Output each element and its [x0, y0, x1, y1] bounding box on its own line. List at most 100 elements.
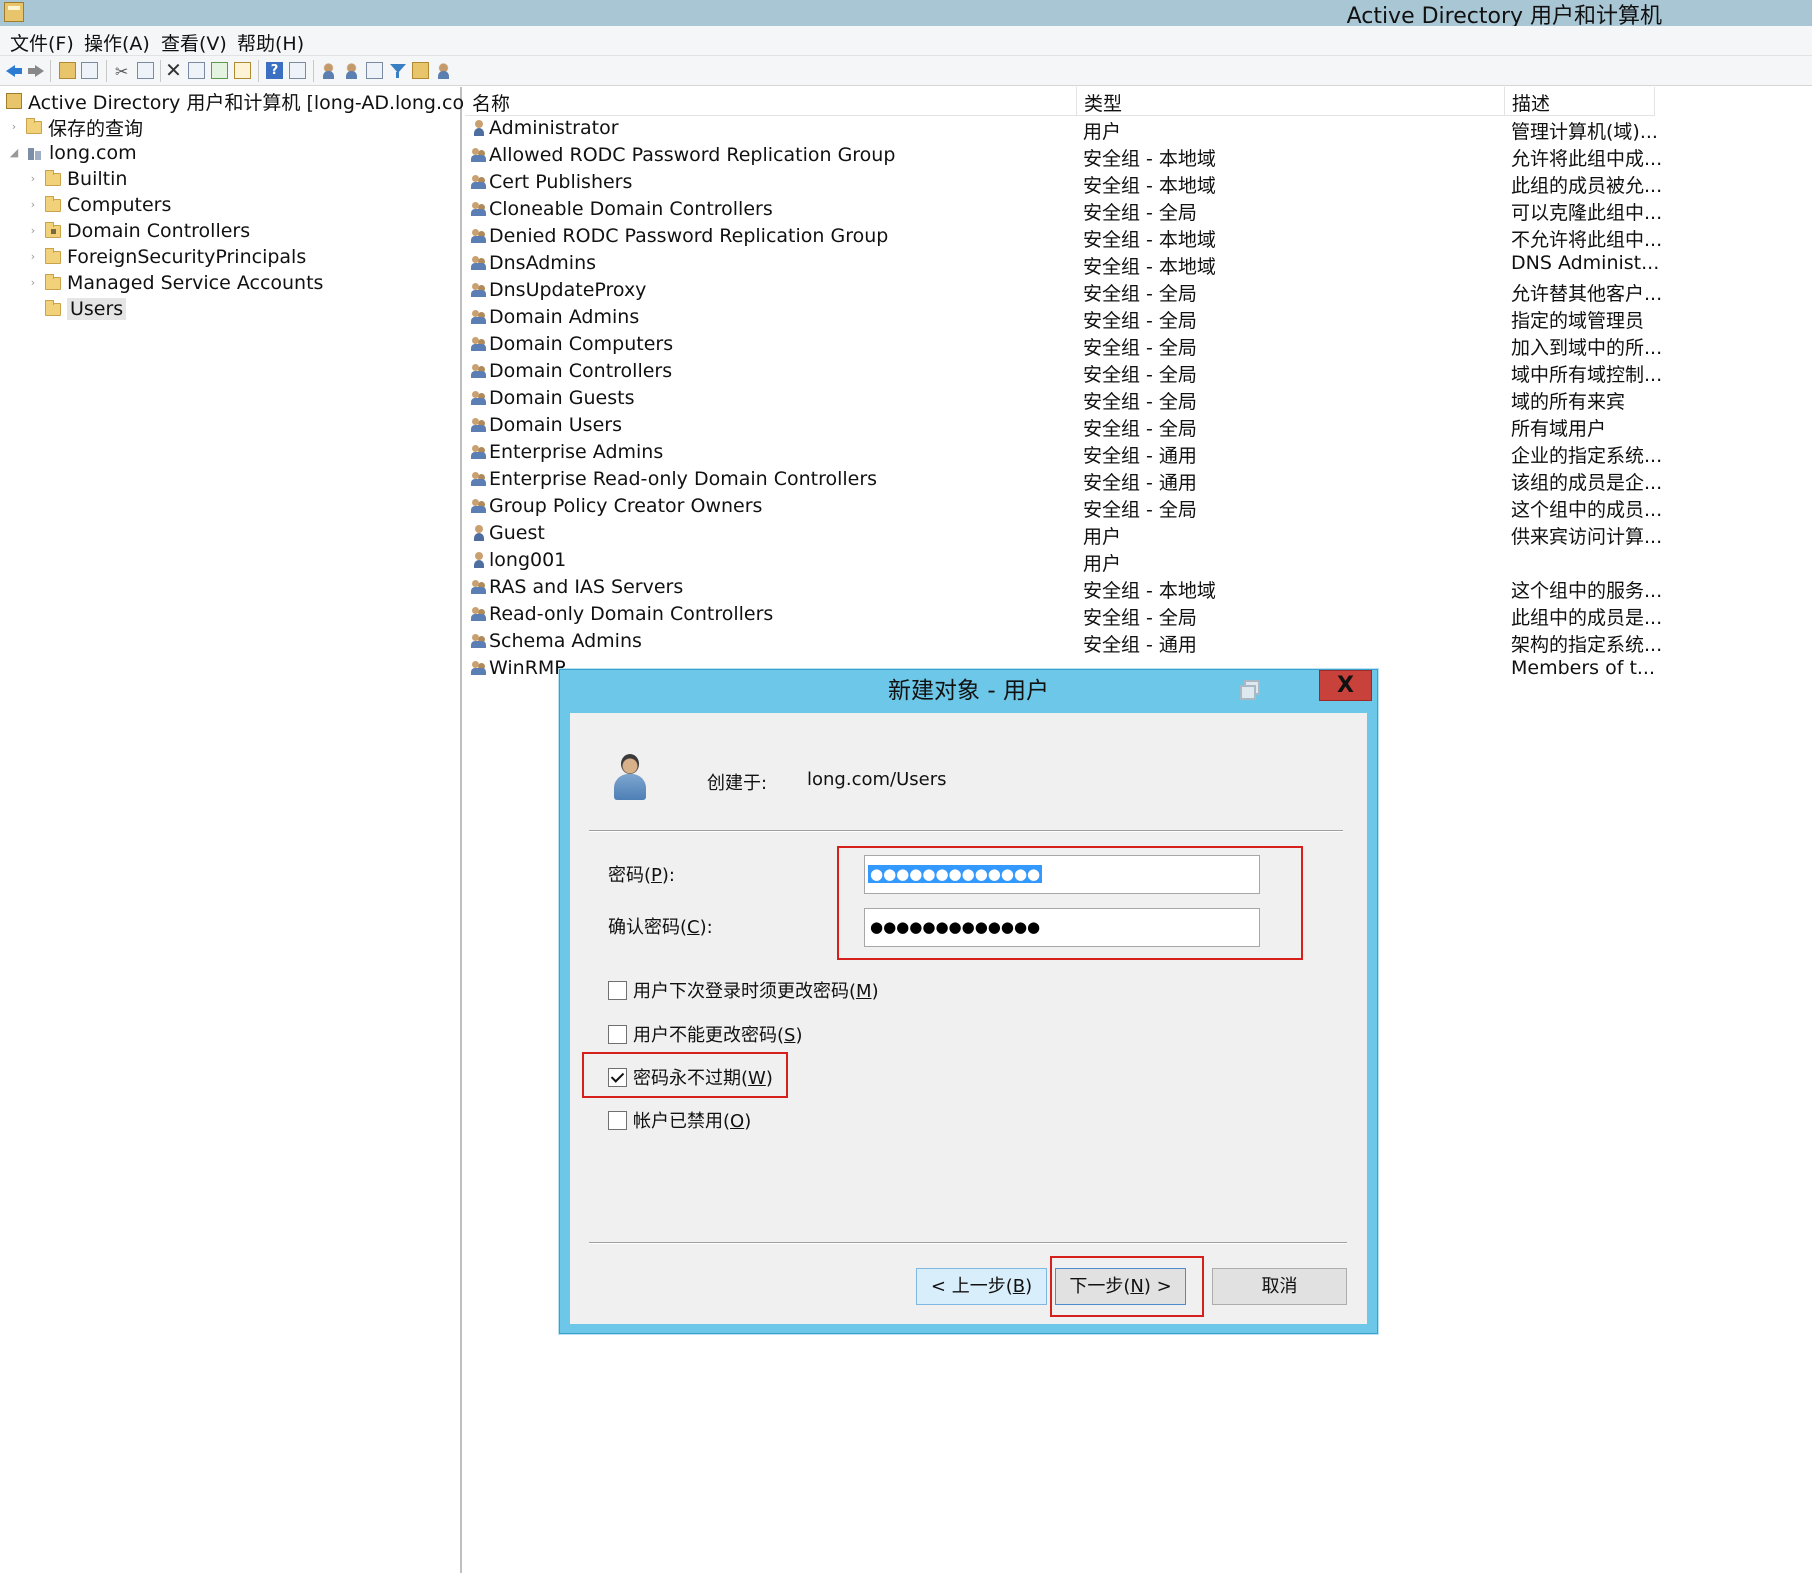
- never-expires-highlight-box: [582, 1052, 788, 1098]
- tree-item-users[interactable]: Users: [27, 296, 127, 322]
- tree-label: long.com: [49, 142, 137, 164]
- tree-saved-queries[interactable]: › 保存的查询: [8, 114, 143, 140]
- filter-icon[interactable]: [389, 62, 406, 79]
- created-in-value: long.com/Users: [807, 769, 947, 790]
- row-name-cell: long001: [471, 549, 1031, 571]
- row-name: Enterprise Read-only Domain Controllers: [489, 468, 878, 490]
- row-type: 安全组 - 全局: [1083, 391, 1197, 413]
- tree-domain[interactable]: ◢ long.com: [8, 140, 137, 166]
- find-icon[interactable]: [412, 62, 429, 79]
- tree-item-managed-service-accounts[interactable]: › Managed Service Accounts: [27, 270, 324, 296]
- row-description: 这个组中的成员...: [1511, 499, 1663, 521]
- restore-icon[interactable]: [1240, 680, 1260, 700]
- row-description: Members of t...: [1511, 657, 1656, 679]
- toolbar-separator: [313, 60, 314, 82]
- new-group-icon[interactable]: [343, 62, 360, 79]
- table-row[interactable]: Domain Computers 安全组 - 全局 加入到域中的所...: [465, 333, 1812, 360]
- column-header-name[interactable]: 名称: [465, 87, 1077, 116]
- created-in-label: 创建于:: [707, 773, 768, 794]
- console-icon[interactable]: [289, 62, 306, 79]
- tree-label: Managed Service Accounts: [67, 272, 324, 294]
- forward-arrow-icon[interactable]: [27, 62, 44, 79]
- group-icon: [471, 363, 487, 379]
- folder-icon: [26, 117, 42, 134]
- user-icon: [471, 525, 487, 541]
- show-tree-icon[interactable]: [81, 62, 98, 79]
- console-tree: Active Directory 用户和计算机 [long-AD.long.co…: [0, 87, 490, 1573]
- expand-chevron-icon[interactable]: ›: [27, 199, 39, 211]
- table-row[interactable]: DnsAdmins 安全组 - 本地域 DNS Administ...: [465, 252, 1812, 279]
- table-row[interactable]: Enterprise Admins 安全组 - 通用 企业的指定系统...: [465, 441, 1812, 468]
- table-row[interactable]: Schema Admins 安全组 - 通用 架构的指定系统...: [465, 630, 1812, 657]
- row-description: 所有域用户: [1511, 418, 1607, 440]
- table-row[interactable]: Group Policy Creator Owners 安全组 - 全局 这个组中的…: [465, 495, 1812, 522]
- delete-icon[interactable]: ✕: [165, 60, 182, 80]
- table-row[interactable]: Domain Guests 安全组 - 全局 域的所有来宾: [465, 387, 1812, 414]
- table-row[interactable]: Denied RODC Password Replication Group 安全…: [465, 225, 1812, 252]
- back-button[interactable]: < 上一步(B): [916, 1268, 1047, 1305]
- account-disabled-label: 帐户已禁用(O): [633, 1111, 752, 1132]
- table-row[interactable]: Domain Users 安全组 - 全局 所有域用户: [465, 414, 1812, 441]
- table-row[interactable]: DnsUpdateProxy 安全组 - 全局 允许替其他客户...: [465, 279, 1812, 306]
- properties-icon[interactable]: [188, 62, 205, 79]
- row-name-cell: Enterprise Admins: [471, 441, 1031, 463]
- group-icon: [471, 147, 487, 163]
- new-user-icon[interactable]: [320, 62, 337, 79]
- expand-chevron-icon[interactable]: ›: [27, 173, 39, 185]
- cut-icon[interactable]: ✂: [115, 62, 132, 81]
- tree-item-builtin[interactable]: › Builtin: [27, 166, 128, 192]
- collapse-chevron-icon[interactable]: ◢: [8, 147, 20, 159]
- table-row[interactable]: Administrator 用户 管理计算机(域)...: [465, 117, 1812, 144]
- row-type: 用户: [1083, 526, 1122, 548]
- row-type: 安全组 - 全局: [1083, 283, 1197, 305]
- cannot-change-password-checkbox[interactable]: [608, 1025, 627, 1044]
- row-name-cell: Enterprise Read-only Domain Controllers: [471, 468, 1031, 490]
- row-type: 安全组 - 全局: [1083, 310, 1197, 332]
- back-arrow-icon[interactable]: [6, 62, 23, 79]
- cancel-button[interactable]: 取消: [1212, 1268, 1347, 1305]
- new-ou-icon[interactable]: [366, 62, 383, 79]
- close-button[interactable]: X: [1319, 670, 1372, 701]
- account-disabled-checkbox[interactable]: [608, 1111, 627, 1130]
- menu-view[interactable]: 查看(V): [161, 29, 227, 56]
- user-icon: [471, 552, 487, 568]
- table-row[interactable]: Domain Controllers 安全组 - 全局 域中所有域控制...: [465, 360, 1812, 387]
- row-type: 安全组 - 本地域: [1083, 580, 1216, 602]
- row-description: 架构的指定系统...: [1511, 634, 1663, 656]
- refresh-icon[interactable]: [211, 62, 228, 79]
- table-row[interactable]: Cloneable Domain Controllers 安全组 - 全局 可以克隆…: [465, 198, 1812, 225]
- table-row[interactable]: Cert Publishers 安全组 - 本地域 此组的成员被允...: [465, 171, 1812, 198]
- tree-root[interactable]: Active Directory 用户和计算机 [long-AD.long.co…: [6, 88, 490, 114]
- row-name-cell: Domain Computers: [471, 333, 1031, 355]
- table-row[interactable]: Enterprise Read-only Domain Controllers 安…: [465, 468, 1812, 495]
- table-row[interactable]: Read-only Domain Controllers 安全组 - 全局 此组中的…: [465, 603, 1812, 630]
- table-row[interactable]: long001 用户: [465, 549, 1812, 576]
- up-folder-icon[interactable]: [59, 62, 76, 79]
- row-description: 这个组中的服务...: [1511, 580, 1663, 602]
- row-name: Enterprise Admins: [489, 441, 664, 463]
- table-row[interactable]: Allowed RODC Password Replication Group 安…: [465, 144, 1812, 171]
- menu-file[interactable]: 文件(F): [10, 29, 74, 56]
- copy-icon[interactable]: [137, 62, 154, 79]
- column-header-type[interactable]: 类型: [1077, 87, 1505, 116]
- expand-chevron-icon[interactable]: ›: [27, 277, 39, 289]
- must-change-password-checkbox[interactable]: [608, 981, 627, 1000]
- export-list-icon[interactable]: [234, 62, 251, 79]
- expand-chevron-icon[interactable]: ›: [27, 225, 39, 237]
- tree-item-foreign-security-principals[interactable]: › ForeignSecurityPrincipals: [27, 244, 306, 270]
- expand-chevron-icon[interactable]: ›: [27, 251, 39, 263]
- row-type: 安全组 - 通用: [1083, 634, 1197, 656]
- tree-item-domain-controllers[interactable]: › Domain Controllers: [27, 218, 250, 244]
- expand-chevron-icon[interactable]: ›: [8, 121, 20, 133]
- row-description: 允许替其他客户...: [1511, 283, 1663, 305]
- menu-help[interactable]: 帮助(H): [237, 29, 304, 56]
- help-icon[interactable]: ?: [266, 62, 283, 79]
- tree-item-computers[interactable]: › Computers: [27, 192, 172, 218]
- add-to-group-icon[interactable]: [435, 62, 452, 79]
- table-row[interactable]: Guest 用户 供来宾访问计算...: [465, 522, 1812, 549]
- table-row[interactable]: RAS and IAS Servers 安全组 - 本地域 这个组中的服务...: [465, 576, 1812, 603]
- menu-action[interactable]: 操作(A): [84, 29, 150, 56]
- table-row[interactable]: Domain Admins 安全组 - 全局 指定的域管理员: [465, 306, 1812, 333]
- row-name-cell: Administrator: [471, 117, 1031, 139]
- column-header-description[interactable]: 描述: [1505, 87, 1655, 116]
